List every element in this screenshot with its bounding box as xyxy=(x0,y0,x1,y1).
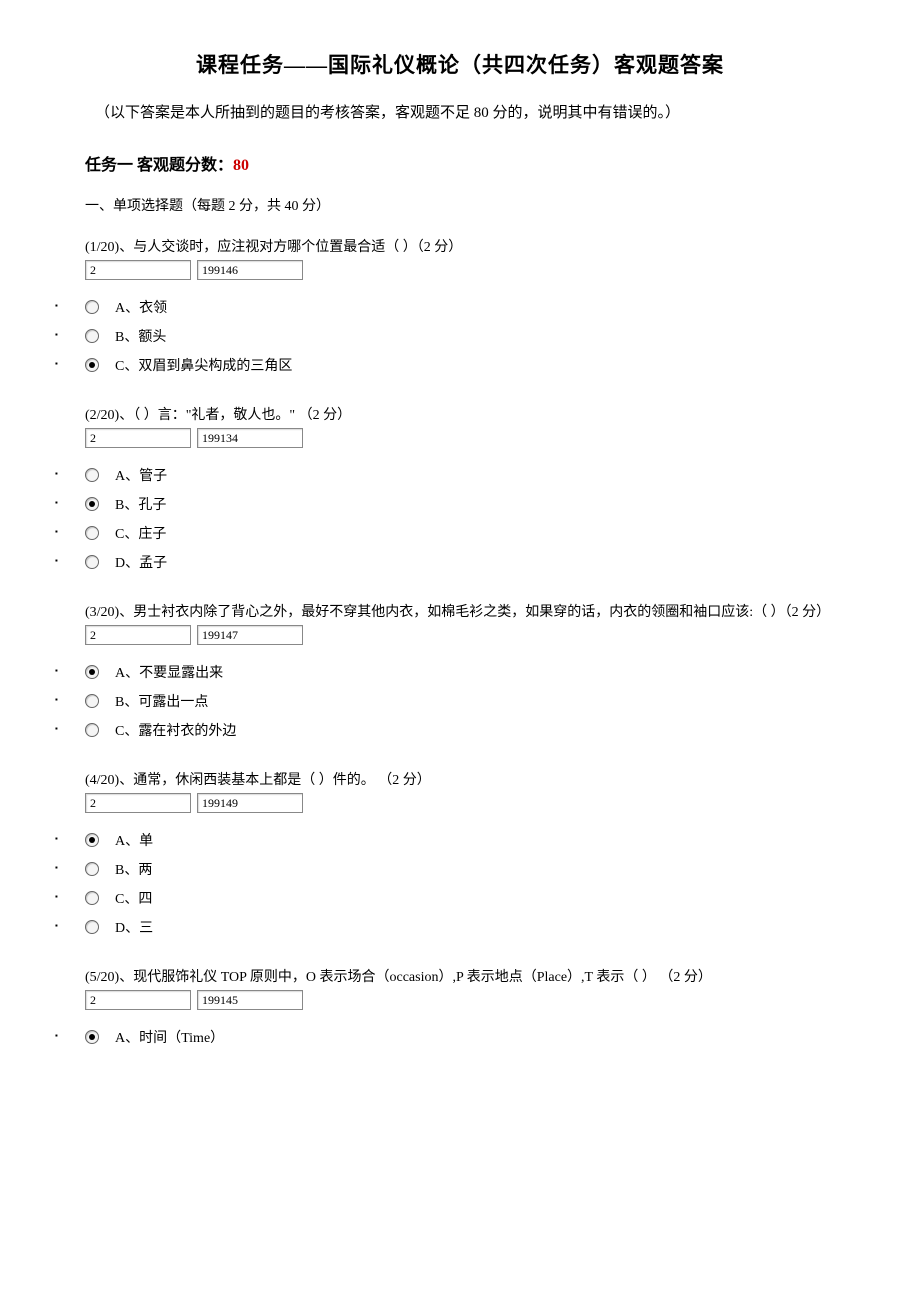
question-input-2[interactable] xyxy=(197,625,303,645)
option-label: B、额头 xyxy=(115,330,166,345)
radio-icon[interactable] xyxy=(85,300,99,314)
radio-icon[interactable] xyxy=(85,723,99,737)
option-label: A、时间（Time） xyxy=(115,1031,224,1046)
option-item: C、四 xyxy=(55,889,835,910)
question-block: (5/20)、现代服饰礼仪 TOP 原则中，O 表示场合（occasion）,P… xyxy=(85,967,835,1049)
option-item: D、孟子 xyxy=(55,553,835,574)
option-label: B、两 xyxy=(115,863,152,878)
task-heading: 任务一 客观题分数：80 xyxy=(85,154,835,178)
radio-icon[interactable] xyxy=(85,526,99,540)
option-item: A、单 xyxy=(55,831,835,852)
option-label: B、可露出一点 xyxy=(115,695,208,710)
option-label: C、双眉到鼻尖构成的三角区 xyxy=(115,359,292,374)
question-block: (4/20)、通常，休闲西装基本上都是（ ）件的。 （2 分） A、单 B、两 C、四… xyxy=(85,770,835,939)
radio-icon[interactable] xyxy=(85,862,99,876)
question-block: (1/20)、与人交谈时，应注视对方哪个位置最合适（ ）（2 分） A、衣领 B、额… xyxy=(85,237,835,377)
option-item: B、两 xyxy=(55,860,835,881)
question-text: (1/20)、与人交谈时，应注视对方哪个位置最合适（ ）（2 分） xyxy=(85,237,835,258)
question-input-1[interactable] xyxy=(85,990,191,1010)
option-item: C、庄子 xyxy=(55,524,835,545)
options-list: A、不要显露出来 B、可露出一点 C、露在衬衣的外边 xyxy=(55,663,835,742)
option-label: D、孟子 xyxy=(115,556,167,571)
question-input-2[interactable] xyxy=(197,428,303,448)
question-text: (3/20)、男士衬衣内除了背心之外，最好不穿其他内衣，如棉毛衫之类，如果穿的话… xyxy=(85,602,835,623)
task-score: 80 xyxy=(233,157,249,174)
page-title: 课程任务——国际礼仪概论（共四次任务）客观题答案 xyxy=(85,50,835,82)
option-label: C、露在衬衣的外边 xyxy=(115,724,236,739)
page-subtitle: （以下答案是本人所抽到的题目的考核答案，客观题不足 80 分的，说明其中有错误的… xyxy=(95,102,835,125)
radio-icon[interactable] xyxy=(85,1030,99,1044)
question-input-2[interactable] xyxy=(197,990,303,1010)
option-item: A、时间（Time） xyxy=(55,1028,835,1049)
option-item: A、衣领 xyxy=(55,298,835,319)
option-label: B、孔子 xyxy=(115,498,166,513)
question-input-2[interactable] xyxy=(197,793,303,813)
options-list: A、衣领 B、额头 C、双眉到鼻尖构成的三角区 xyxy=(55,298,835,377)
question-input-1[interactable] xyxy=(85,793,191,813)
input-row xyxy=(85,260,835,280)
radio-icon[interactable] xyxy=(85,497,99,511)
option-item: A、管子 xyxy=(55,466,835,487)
option-item: B、额头 xyxy=(55,327,835,348)
options-list: A、管子 B、孔子 C、庄子 D、孟子 xyxy=(55,466,835,574)
question-block: (2/20)、（ ）言："礼者，敬人也。" （2 分） A、管子 B、孔子 C、庄子 D… xyxy=(85,405,835,574)
input-row xyxy=(85,793,835,813)
radio-icon[interactable] xyxy=(85,358,99,372)
task-label: 任务一 客观题分数： xyxy=(85,157,233,174)
option-label: C、庄子 xyxy=(115,527,166,542)
radio-icon[interactable] xyxy=(85,920,99,934)
radio-icon[interactable] xyxy=(85,833,99,847)
option-label: A、衣领 xyxy=(115,301,167,316)
radio-icon[interactable] xyxy=(85,665,99,679)
input-row xyxy=(85,990,835,1010)
question-input-1[interactable] xyxy=(85,260,191,280)
option-label: C、四 xyxy=(115,892,152,907)
question-input-1[interactable] xyxy=(85,428,191,448)
option-item: A、不要显露出来 xyxy=(55,663,835,684)
option-label: D、三 xyxy=(115,921,153,936)
radio-icon[interactable] xyxy=(85,891,99,905)
option-item: B、可露出一点 xyxy=(55,692,835,713)
radio-icon[interactable] xyxy=(85,694,99,708)
radio-icon[interactable] xyxy=(85,555,99,569)
question-text: (5/20)、现代服饰礼仪 TOP 原则中，O 表示场合（occasion）,P… xyxy=(85,967,835,988)
options-list: A、时间（Time） xyxy=(55,1028,835,1049)
question-input-1[interactable] xyxy=(85,625,191,645)
option-item: C、双眉到鼻尖构成的三角区 xyxy=(55,356,835,377)
option-item: C、露在衬衣的外边 xyxy=(55,721,835,742)
input-row xyxy=(85,428,835,448)
question-block: (3/20)、男士衬衣内除了背心之外，最好不穿其他内衣，如棉毛衫之类，如果穿的话… xyxy=(85,602,835,742)
section-description: 一、单项选择题（每题 2 分，共 40 分） xyxy=(85,196,835,217)
question-text: (4/20)、通常，休闲西装基本上都是（ ）件的。 （2 分） xyxy=(85,770,835,791)
options-list: A、单 B、两 C、四 D、三 xyxy=(55,831,835,939)
option-label: A、不要显露出来 xyxy=(115,666,223,681)
question-input-2[interactable] xyxy=(197,260,303,280)
option-label: A、管子 xyxy=(115,469,167,484)
question-text: (2/20)、（ ）言："礼者，敬人也。" （2 分） xyxy=(85,405,835,426)
option-label: A、单 xyxy=(115,834,153,849)
input-row xyxy=(85,625,835,645)
option-item: D、三 xyxy=(55,918,835,939)
option-item: B、孔子 xyxy=(55,495,835,516)
radio-icon[interactable] xyxy=(85,468,99,482)
radio-icon[interactable] xyxy=(85,329,99,343)
